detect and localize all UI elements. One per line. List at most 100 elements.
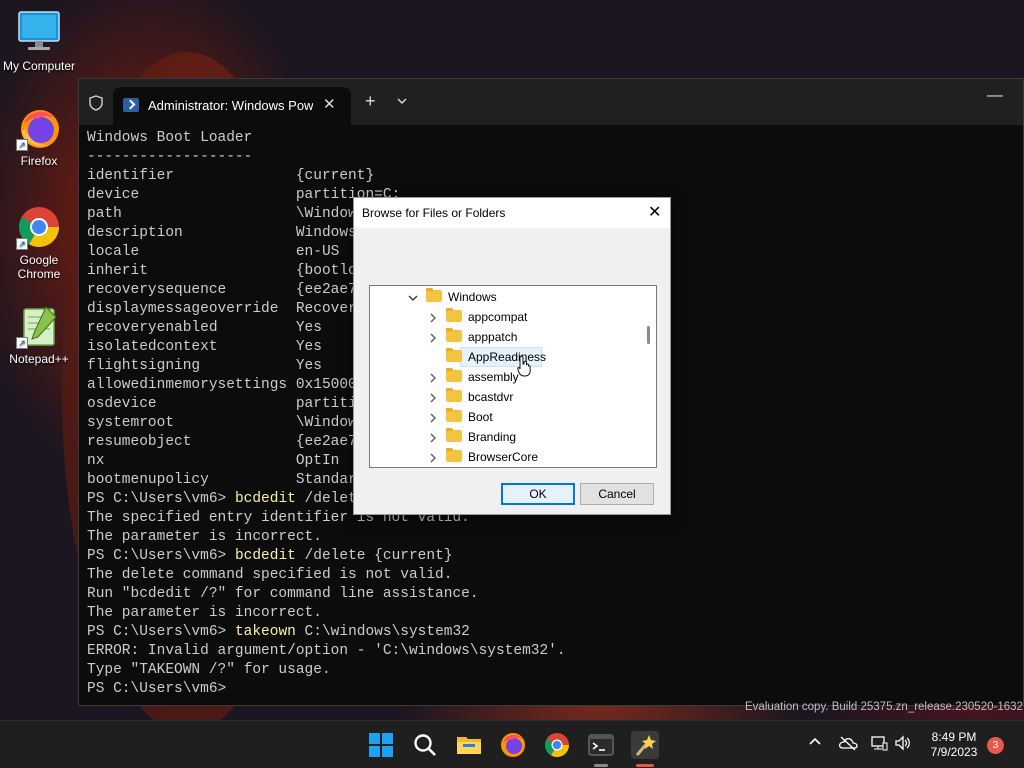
tree-item-label: BrowserCore [468,450,539,464]
terminal-output-line: ERROR: Invalid argument/option - 'C:\win… [87,643,566,659]
chevron-right-icon[interactable] [428,392,438,403]
dialog-close-icon[interactable]: ✕ [648,202,661,222]
browse-dialog[interactable]: Browse for Files or Folders ✕ Windows app… [353,197,671,515]
dialog-title: Browse for Files or Folders [362,206,506,220]
desktop-icon-label: Firefox [20,154,58,168]
tab-powershell[interactable]: Administrator: Windows PowerShell ✕ [113,87,351,125]
tree-item[interactable]: bcastdvr [370,387,640,407]
terminal-titlebar[interactable]: Administrator: Windows PowerShell ✕ + — [79,79,1023,125]
taskbar-clock[interactable]: 8:49 PM 7/9/2023 [920,730,988,760]
tab-title: Administrator: Windows PowerShell [148,98,313,113]
desktop-icon-chrome[interactable]: ↗ Google Chrome [1,204,77,281]
hand-cursor-icon [517,355,531,377]
tree-item-label: appcompat [468,310,528,324]
terminal-prompt-line: PS C:\Users\vm6> [87,680,1017,699]
powershell-icon [123,98,139,112]
command-args: /delete {current} [295,548,453,564]
folder-icon [446,348,462,362]
tree-item[interactable]: apppatch [370,327,640,347]
tree-item[interactable]: Boot [370,407,640,427]
terminal-output-line: The delete command specified is not vali… [87,567,453,583]
folder-icon [446,388,462,402]
tray-overflow-chevron[interactable] [808,735,822,752]
new-tab-button[interactable]: + [365,91,376,112]
tree-item-label: apppatch [468,330,518,344]
terminal-icon[interactable] [587,731,615,759]
folder-icon [426,288,442,302]
terminal-line: ------------------- [87,149,253,165]
desktop-icon-label: My Computer [2,59,76,73]
app-active-indicator [636,764,654,767]
command-name: bcdedit [234,491,296,507]
file-explorer-icon[interactable] [455,731,483,759]
cancel-button[interactable]: Cancel [580,483,654,505]
tree-item-label: assembly [468,370,519,384]
chevron-right-icon[interactable] [428,452,438,463]
firefox-icon[interactable] [499,731,527,759]
search-icon[interactable] [411,731,439,759]
terminal-active-indicator [594,764,608,767]
desktop-icon-my-computer[interactable]: My Computer [1,10,77,73]
command-args: C:\windows\system32 [295,624,470,640]
chevron-right-icon[interactable] [428,432,438,443]
notepadpp-icon: ↗ [16,303,62,349]
tree-item-label: Boot [468,410,493,424]
minimize-button[interactable]: — [987,87,1003,105]
onedrive-off-icon[interactable] [838,735,858,754]
clock-date: 7/9/2023 [930,745,978,759]
tree-item-label: Windows [448,290,497,304]
taskbar[interactable]: 8:49 PM 7/9/2023 3 [0,720,1024,768]
chevron-right-icon[interactable] [428,372,438,383]
chevron-down-icon[interactable] [397,93,407,104]
folder-icon [446,428,462,442]
desktop-icon-firefox[interactable]: ↗ Firefox [1,105,77,168]
folder-tree[interactable]: Windows appcompat apppatch AppReadiness asse… [369,285,657,468]
folder-icon [446,368,462,382]
chevron-right-icon[interactable] [428,312,438,323]
terminal-prompt-line: PS C:\Users\vm6> bcdedit /delete {curren… [87,547,1017,566]
clock-time: 8:49 PM [931,730,977,744]
folder-icon [446,408,462,422]
chevron-down-icon[interactable] [408,292,418,302]
shortcut-arrow-icon: ↗ [16,238,28,250]
chevron-right-icon[interactable] [428,332,438,343]
chrome-icon[interactable] [543,731,571,759]
desktop-icon-label: Google Chrome [17,253,61,281]
folder-icon [446,448,462,462]
folder-icon [446,308,462,322]
dialog-titlebar[interactable]: Browse for Files or Folders ✕ [354,198,670,228]
shortcut-arrow-icon: ↗ [16,139,28,151]
monitor-icon [16,10,62,56]
terminal-output-line: Run "bcdedit /?" for command line assist… [87,586,479,602]
tree-item[interactable]: assembly [370,367,640,387]
tree-item-label: bcastdvr [468,390,514,404]
prompt-text: PS C:\Users\vm6> [87,548,235,564]
start-icon[interactable] [367,731,395,759]
ok-button[interactable]: OK [501,483,575,505]
shield-icon [89,95,103,111]
terminal-prompt-line: PS C:\Users\vm6> takeown C:\windows\syst… [87,623,1017,642]
terminal-output-line: The parameter is incorrect. [87,605,322,621]
prompt-text: PS C:\Users\vm6> [87,491,235,507]
tree-item[interactable]: Branding [370,427,640,447]
chevron-right-icon[interactable] [428,412,438,423]
tree-item[interactable]: BrowserCore [370,447,640,467]
network-icon[interactable] [870,735,888,754]
terminal-output-line: The parameter is incorrect. [87,529,322,545]
shortcut-arrow-icon: ↗ [16,337,28,349]
volume-icon[interactable] [894,735,912,754]
tree-item-label: Branding [468,430,517,444]
tree-item[interactable]: Windows [370,287,640,307]
command-name: bcdedit [234,548,296,564]
tree-scrollbar-thumb[interactable] [647,326,650,344]
evaluation-watermark: Evaluation copy. Build 25375.zn_release.… [745,701,1023,713]
tree-item-label: AppReadiness [468,350,547,364]
tab-close-icon[interactable]: ✕ [323,95,336,113]
notification-badge[interactable]: 3 [987,737,1004,754]
desktop-icon-notepadpp[interactable]: ↗ Notepad++ [1,303,77,366]
app-icon[interactable] [631,731,659,759]
terminal-output-line: Type "TAKEOWN /?" for usage. [87,662,331,678]
terminal-line: identifier {current} [87,168,375,184]
tree-item[interactable]: appcompat [370,307,640,327]
tree-item[interactable]: AppReadiness [370,347,640,367]
